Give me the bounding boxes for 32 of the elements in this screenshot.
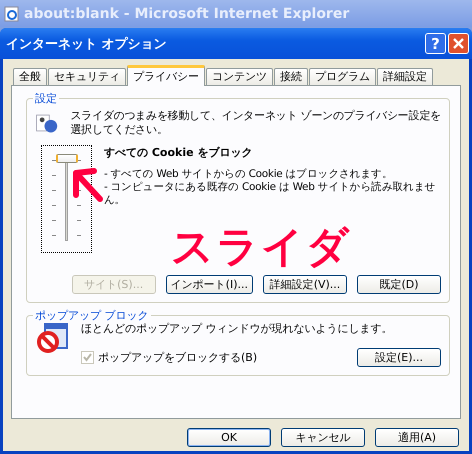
tab[interactable]: 接続	[274, 68, 308, 85]
tab[interactable]: プライバシー	[127, 65, 205, 86]
level-description: - すべての Web サイトからの Cookie はブロックされます。	[104, 168, 394, 181]
dialog-title: インターネット オプション	[6, 36, 168, 52]
help-button[interactable]: ?	[425, 33, 446, 54]
dialog-button[interactable]: 詳細設定(V)...	[263, 275, 347, 294]
group-title: 設定	[33, 91, 59, 106]
popup-description: ほとんどのポップアップ ウィンドウが現れないようにします。	[81, 322, 392, 336]
blocked-window-icon	[35, 322, 71, 356]
browser-icon	[4, 6, 20, 22]
window-title: about:blank - Microsoft Internet Explorer	[24, 6, 350, 22]
tab[interactable]: 詳細設定	[377, 68, 433, 85]
tab[interactable]: コンテンツ	[206, 68, 273, 85]
level-title: すべての Cookie をブロック	[104, 145, 254, 160]
dialog-button[interactable]: キャンセル	[281, 428, 365, 447]
tab[interactable]: プログラム	[309, 68, 376, 85]
tab[interactable]: セキュリティ	[48, 68, 126, 85]
tab[interactable]: 全般	[13, 68, 47, 85]
close-button[interactable]	[448, 33, 469, 54]
privacy-slider[interactable]	[41, 145, 92, 253]
settings-button[interactable]: 設定(E)...	[357, 348, 441, 367]
group-title: ポップアップ ブロック	[33, 308, 150, 323]
level-description: - コンピュータにある既存の Cookie は Web サイトから読み取れません。	[104, 181, 436, 207]
instruction-text: スライダのつまみを移動して、インターネット ゾーンのプライバシー設定を選択してください。	[70, 109, 441, 137]
dialog-button[interactable]: 適用(A)	[375, 428, 459, 447]
dialog-button[interactable]: 既定(D)	[357, 275, 441, 294]
slider-thumb[interactable]	[56, 154, 78, 163]
dialog-button[interactable]: OK	[187, 428, 271, 447]
close-icon	[453, 38, 464, 49]
dialog-button[interactable]: インポート(I)...	[166, 275, 253, 294]
annotation-text: スライダ	[170, 222, 352, 272]
checkbox-label: ポップアップをブロックする(B)	[98, 350, 258, 365]
